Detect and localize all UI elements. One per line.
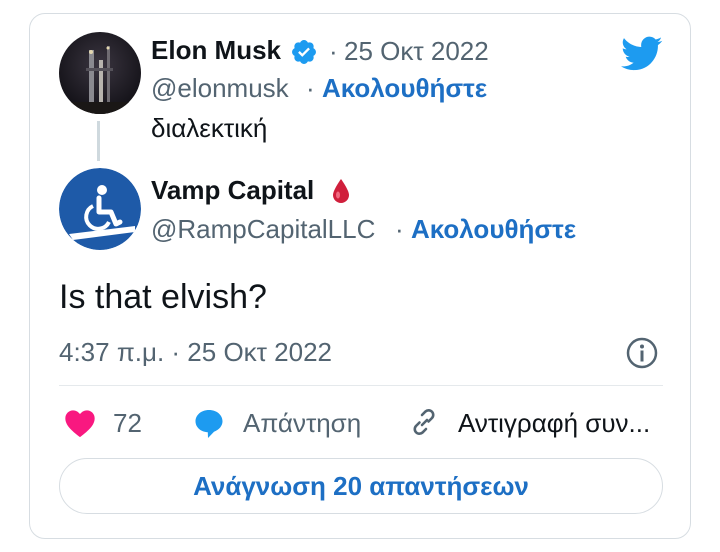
info-icon[interactable] — [625, 336, 659, 370]
follow-rampcapital-button[interactable]: Ακολουθήστε — [411, 214, 576, 245]
elon-musk-avatar[interactable] — [59, 32, 141, 114]
read-replies-button[interactable]: Ανάγνωση 20 απαντήσεων — [59, 458, 663, 514]
like-heart-icon[interactable] — [64, 408, 96, 438]
verified-badge-icon — [290, 38, 318, 66]
divider — [59, 385, 663, 386]
read-replies-label: Ανάγνωση 20 απαντήσεων — [193, 470, 529, 501]
follow-elonmusk-button[interactable]: Ακολουθήστε — [322, 73, 487, 104]
like-count[interactable]: 72 — [113, 408, 142, 439]
separator-dot: · — [329, 36, 338, 66]
parent-tweet-date[interactable]: 25 Οκτ 2022 — [344, 36, 489, 67]
reply-bubble-icon[interactable] — [193, 407, 225, 439]
parent-tweet-text: διαλεκτική — [151, 113, 268, 143]
parent-author-handle[interactable]: @elonmusk — [151, 73, 289, 104]
separator-dot: · — [306, 73, 315, 103]
parent-author-name[interactable]: Elon Musk — [151, 35, 281, 66]
reply-author-handle[interactable]: @RampCapitalLLC — [151, 214, 375, 245]
thread-connector-line — [97, 121, 100, 161]
reply-author-name[interactable]: Vamp Capital — [151, 175, 314, 206]
vamp-capital-avatar[interactable] — [59, 168, 141, 250]
copy-link-icon[interactable] — [408, 406, 440, 438]
copy-link-label[interactable]: Αντιγραφή συν... — [458, 408, 650, 439]
twitter-logo-icon[interactable] — [621, 36, 663, 72]
reply-label[interactable]: Απάντηση — [243, 408, 361, 439]
tweet-timestamp[interactable]: 4:37 π.μ. · 25 Οκτ 2022 — [59, 337, 332, 368]
blood-drop-icon — [330, 177, 352, 205]
reply-tweet-text: Is that elvish? — [59, 278, 267, 316]
separator-dot: · — [395, 214, 404, 244]
